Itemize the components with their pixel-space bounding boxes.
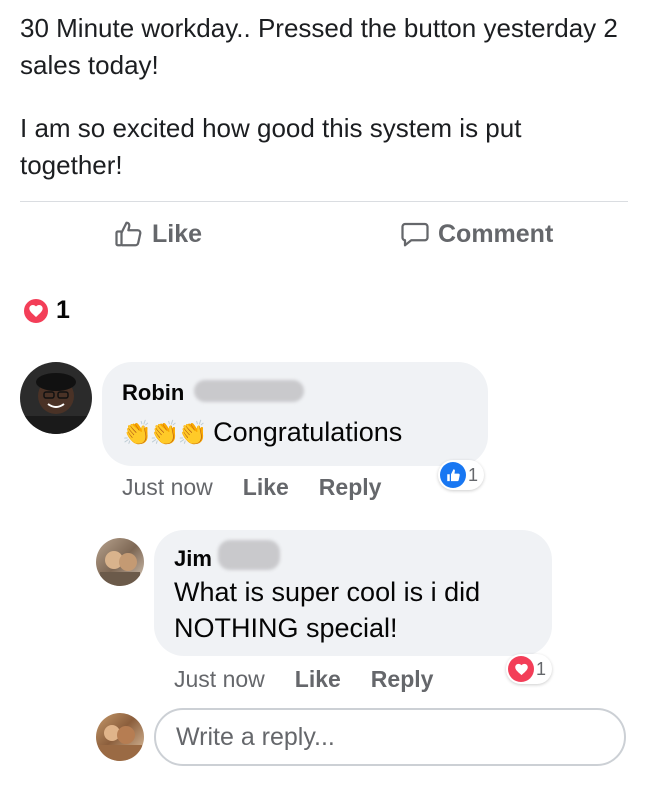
avatar[interactable]: [96, 713, 144, 761]
comment-bubble: Jim What is super cool is i did NOTHING …: [154, 530, 552, 656]
comment-meta: Just now Like Reply: [122, 474, 381, 501]
comment-icon: [400, 219, 430, 249]
comment-timestamp[interactable]: Just now: [174, 666, 265, 693]
comment-bubble: Robin 👏👏👏 Congratulations: [102, 362, 488, 466]
comment-author[interactable]: Jim: [174, 546, 212, 572]
comment-like-link[interactable]: Like: [243, 474, 289, 501]
avatar[interactable]: [20, 362, 92, 434]
comment-reaction-count: 1: [536, 658, 547, 679]
reaction-summary[interactable]: 1: [22, 296, 70, 325]
like-icon: [440, 462, 466, 488]
thumbs-up-icon: [114, 219, 144, 249]
avatar[interactable]: [96, 538, 144, 586]
reply-input[interactable]: Write a reply...: [154, 708, 626, 766]
comment-text: 👏👏👏 Congratulations: [122, 414, 402, 452]
comment-meta: Just now Like Reply: [174, 666, 433, 693]
post-paragraph: I am so excited how good this system is …: [20, 113, 522, 180]
heart-icon: [508, 656, 534, 682]
comment-reply-link[interactable]: Reply: [319, 474, 382, 501]
reaction-count: 1: [56, 296, 70, 324]
comment-reaction-badge[interactable]: 1: [506, 654, 553, 684]
post-paragraph: 30 Minute workday.. Pressed the button y…: [20, 13, 618, 80]
comment-author[interactable]: Robin: [122, 380, 184, 406]
comment-button-label: Comment: [438, 219, 554, 248]
divider: [20, 201, 628, 202]
comment-reply-link[interactable]: Reply: [371, 666, 434, 693]
comment-like-link[interactable]: Like: [295, 666, 341, 693]
comment-reaction-badge[interactable]: 1: [438, 460, 485, 490]
like-button-label: Like: [152, 219, 203, 248]
comment-text: What is super cool is i did NOTHING spec…: [174, 577, 481, 643]
post-text: 30 Minute workday.. Pressed the button y…: [20, 10, 620, 210]
heart-icon: [22, 296, 50, 325]
clapping-hands-icon: 👏👏👏: [122, 420, 208, 447]
comment-reaction-count: 1: [468, 464, 479, 485]
comment-button[interactable]: Comment: [400, 219, 553, 249]
like-button[interactable]: Like: [114, 219, 202, 249]
redacted-name: [218, 540, 280, 570]
comment-timestamp[interactable]: Just now: [122, 474, 213, 501]
redacted-name: [194, 380, 304, 402]
post-action-bar: Like Comment: [0, 219, 648, 261]
comment-text-body: Congratulations: [213, 417, 403, 447]
